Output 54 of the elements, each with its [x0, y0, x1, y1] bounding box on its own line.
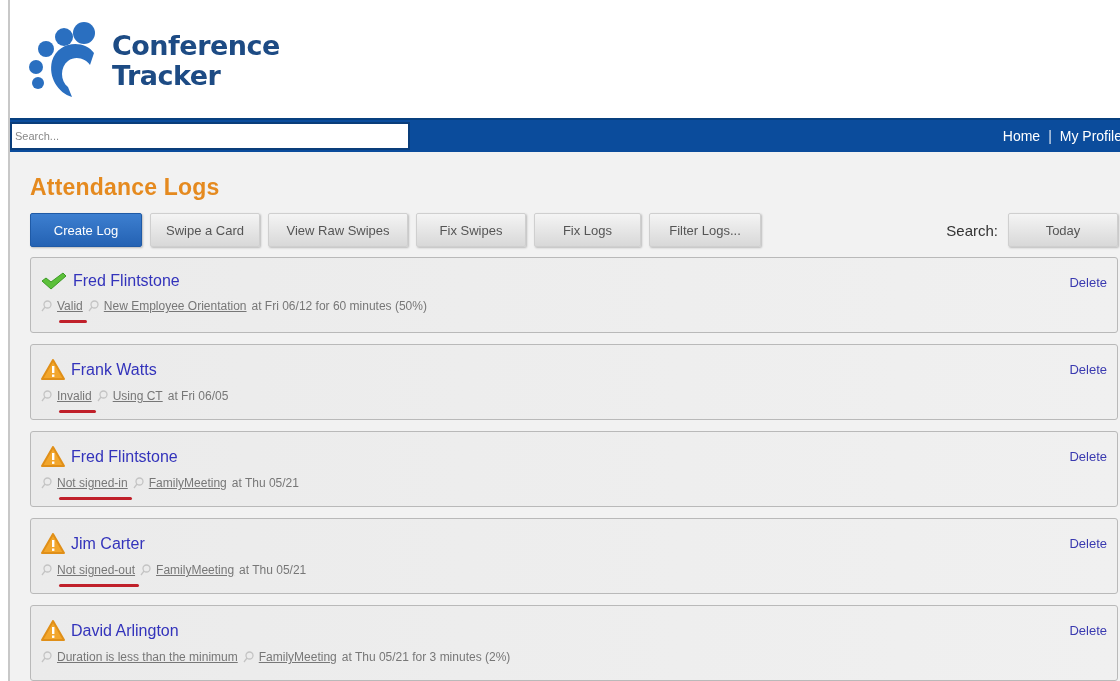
person-link[interactable]: Fred Flintstone [73, 272, 180, 290]
toolbar-button[interactable]: Filter Logs... [649, 213, 761, 247]
person-link[interactable]: Fred Flintstone [71, 447, 178, 466]
logo-text: Conference [112, 30, 280, 61]
warning-icon [41, 620, 65, 641]
search-icon [41, 477, 52, 489]
search-icon [132, 477, 144, 489]
toolbar-button[interactable]: Fix Swipes [416, 213, 526, 247]
toolbar-button[interactable]: View Raw Swipes [268, 213, 408, 247]
search-icon [96, 390, 108, 402]
page-title: Attendance Logs [30, 174, 221, 201]
search-icon [242, 651, 254, 663]
delete-link[interactable]: Delete [1069, 275, 1107, 290]
delete-link[interactable]: Delete [1069, 449, 1107, 464]
checkmark-icon [41, 272, 67, 290]
person-link[interactable]: Jim Carter [71, 534, 145, 553]
warning-icon [41, 446, 65, 467]
warning-icon [41, 533, 65, 554]
event-link[interactable]: New Employee Orientation [103, 299, 247, 313]
search-field[interactable]: Search... [10, 121, 410, 150]
event-link[interactable]: FamilyMeeting [258, 650, 337, 664]
toolbar-button[interactable]: Fix Logs [534, 213, 641, 247]
delete-link[interactable]: Delete [1069, 536, 1107, 551]
search-icon [41, 564, 52, 576]
status-link[interactable]: Invalid [57, 389, 92, 403]
log-detail: at Thu 05/21 [239, 563, 307, 577]
event-link[interactable]: Using CT [112, 389, 163, 403]
log-detail: at Fri 06/05 [167, 389, 229, 403]
status-link[interactable]: Not signed-in [57, 476, 128, 490]
status-link[interactable]: Duration is less than the minimum [57, 650, 238, 664]
delete-link[interactable]: Delete [1069, 623, 1107, 638]
search-icon [41, 651, 52, 663]
log-detail: at Thu 05/21 for 3 minutes (2%) [341, 650, 511, 664]
warning-icon [41, 359, 65, 380]
search-icon [41, 300, 52, 312]
log-detail: at Thu 05/21 [231, 476, 299, 490]
logo-text: Tracker [112, 60, 222, 91]
toolbar-button[interactable]: Create Log [30, 213, 142, 247]
delete-link[interactable]: Delete [1069, 362, 1107, 377]
search-icon [140, 564, 152, 576]
today-button[interactable]: Today [1008, 213, 1118, 247]
person-link[interactable]: Frank Watts [71, 360, 157, 379]
separator-text: | [1048, 127, 1052, 144]
status-link[interactable]: Valid [57, 299, 83, 313]
search-icon [41, 390, 52, 402]
nav-link[interactable]: Home [1002, 127, 1041, 144]
event-link[interactable]: FamilyMeeting [148, 476, 227, 490]
search-label: Search: [946, 221, 998, 239]
event-link[interactable]: FamilyMeeting [156, 563, 235, 577]
person-link[interactable]: David Arlington [71, 621, 179, 640]
log-detail: at Fri 06/12 for 60 minutes (50%) [251, 299, 427, 313]
search-icon [87, 300, 99, 312]
toolbar-button[interactable]: Swipe a Card [150, 213, 260, 247]
status-link[interactable]: Not signed-out [57, 563, 136, 577]
